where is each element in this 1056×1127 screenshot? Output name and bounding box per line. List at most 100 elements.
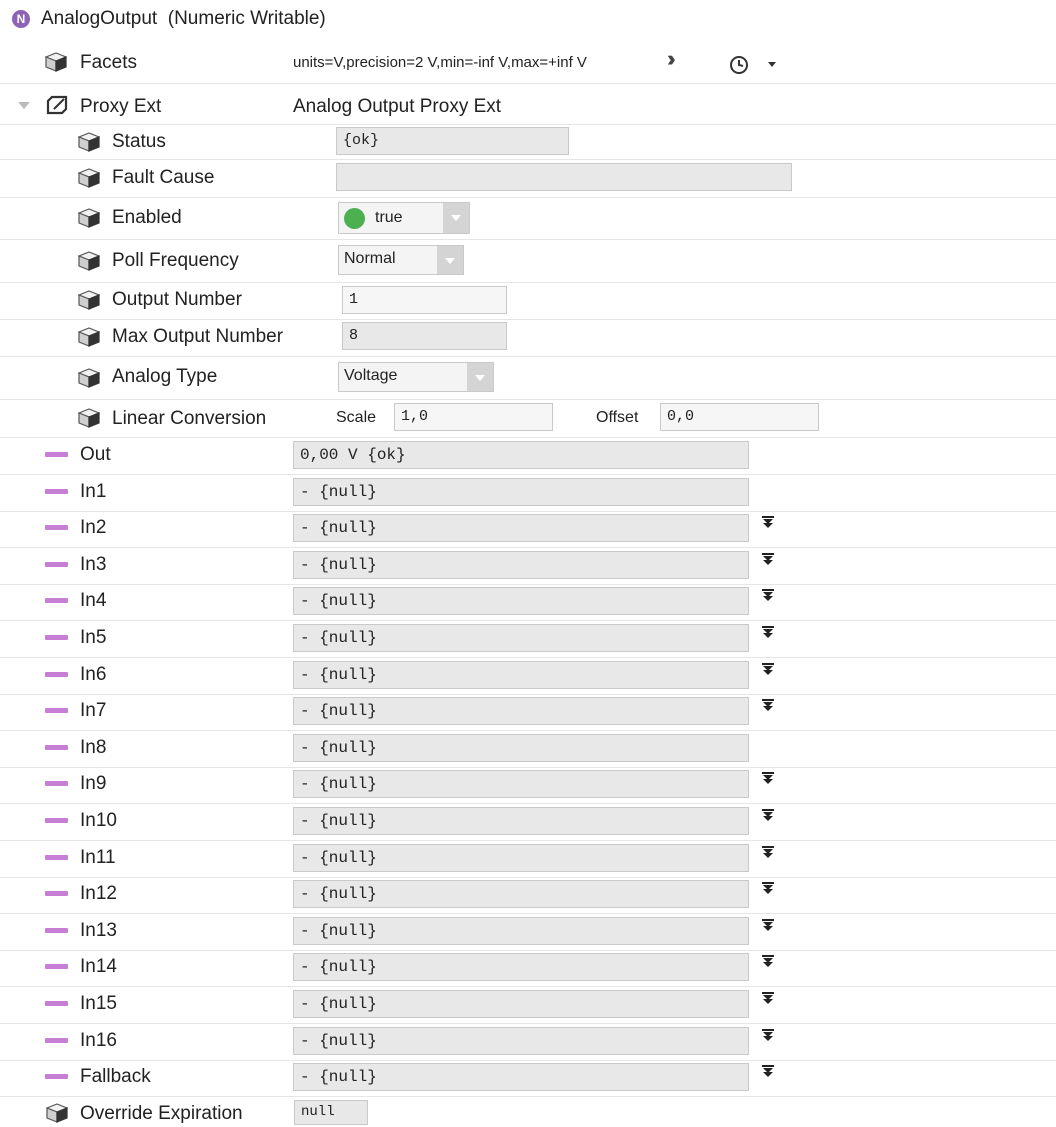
max-output-number-label: Max Output Number xyxy=(112,326,284,347)
slot-label: In11 xyxy=(80,847,116,868)
slot-value-field: - {null} xyxy=(293,880,749,908)
property-cube-icon xyxy=(78,408,100,428)
slot-row-in13[interactable]: In13 - {null} xyxy=(0,913,1056,951)
dropdown-arrow-icon[interactable] xyxy=(467,363,493,391)
fault-cause-field xyxy=(336,163,792,191)
slot-value-field: - {null} xyxy=(293,844,749,872)
fault-cause-label: Fault Cause xyxy=(112,167,215,188)
property-cube-icon xyxy=(45,52,67,72)
down-arrow-bar-icon[interactable] xyxy=(762,516,774,533)
slot-row-in14[interactable]: In14 - {null} xyxy=(0,949,1056,987)
down-arrow-bar-icon[interactable] xyxy=(762,1029,774,1046)
down-arrow-bar-icon[interactable] xyxy=(762,553,774,570)
slot-dash-icon xyxy=(45,745,68,750)
slot-row-in4[interactable]: In4 - {null} xyxy=(0,583,1056,621)
slot-dash-icon xyxy=(45,1038,68,1043)
slot-row-in15[interactable]: In15 - {null} xyxy=(0,986,1056,1024)
slot-dash-icon xyxy=(45,818,68,823)
slot-dash-icon xyxy=(45,964,68,969)
down-arrow-bar-icon[interactable] xyxy=(762,663,774,680)
property-cube-icon xyxy=(78,132,100,152)
slot-row-in7[interactable]: In7 - {null} xyxy=(0,693,1056,731)
slot-row-in10[interactable]: In10 - {null} xyxy=(0,803,1056,841)
offset-input[interactable]: 0,0 xyxy=(660,403,819,431)
double-chevron-right-icon[interactable]: ›› xyxy=(667,46,675,72)
slot-value-field: - {null} xyxy=(293,514,749,542)
slot-dash-icon xyxy=(45,598,68,603)
analog-type-row[interactable]: Analog Type Voltage xyxy=(0,356,1056,400)
slot-dash-icon xyxy=(45,489,68,494)
output-number-row[interactable]: Output Number 1 xyxy=(0,282,1056,320)
slot-row-in6[interactable]: In6 - {null} xyxy=(0,657,1056,695)
down-arrow-bar-icon[interactable] xyxy=(762,992,774,1009)
down-arrow-bar-icon[interactable] xyxy=(762,772,774,789)
facets-value[interactable]: units=V,precision=2 V,min=-inf V,max=+in… xyxy=(293,54,587,71)
proxy-ext-row[interactable]: Proxy Ext Analog Output Proxy Ext xyxy=(0,88,1056,125)
down-arrow-bar-icon[interactable] xyxy=(762,809,774,826)
down-arrow-bar-icon[interactable] xyxy=(762,919,774,936)
slot-label: In10 xyxy=(80,810,117,831)
collapse-triangle-icon[interactable] xyxy=(18,102,30,110)
max-output-number-row: Max Output Number 8 xyxy=(0,319,1056,357)
slot-dash-icon xyxy=(45,672,68,677)
scale-label: Scale xyxy=(336,409,377,426)
property-cube-icon xyxy=(78,290,100,310)
slot-row-in11[interactable]: In11 - {null} xyxy=(0,840,1056,878)
linear-conversion-row[interactable]: Linear Conversion Scale 1,0 Offset 0,0 xyxy=(0,399,1056,438)
down-arrow-bar-icon[interactable] xyxy=(762,955,774,972)
component-title: AnalogOutput (Numeric Writable) xyxy=(41,8,326,29)
slot-row-in16[interactable]: In16 - {null} xyxy=(0,1023,1056,1061)
slot-label: In4 xyxy=(80,590,107,611)
slot-label: In12 xyxy=(80,883,117,904)
slot-row-out[interactable]: Out 0,00 V {ok} xyxy=(0,437,1056,475)
down-arrow-bar-icon[interactable] xyxy=(762,882,774,899)
slot-row-fallback[interactable]: Fallback - {null} xyxy=(0,1059,1056,1097)
slot-dash-icon xyxy=(45,635,68,640)
slot-value-field: - {null} xyxy=(293,661,749,689)
slot-label: In16 xyxy=(80,1030,117,1051)
facets-label: Facets xyxy=(80,52,138,73)
history-dropdown-arrow-icon[interactable] xyxy=(768,62,776,68)
slot-label: In2 xyxy=(80,517,107,538)
slot-label: In3 xyxy=(80,554,107,575)
down-arrow-bar-icon[interactable] xyxy=(762,1065,774,1082)
clock-icon[interactable] xyxy=(729,55,749,75)
slot-label: In5 xyxy=(80,627,107,648)
analog-type-dropdown[interactable]: Voltage xyxy=(338,362,494,392)
down-arrow-bar-icon[interactable] xyxy=(762,699,774,716)
slot-row-in2[interactable]: In2 - {null} xyxy=(0,510,1056,548)
down-arrow-bar-icon[interactable] xyxy=(762,626,774,643)
proxy-ext-label: Proxy Ext xyxy=(80,96,162,117)
slot-value-field: - {null} xyxy=(293,1027,749,1055)
status-row: Status {ok} xyxy=(0,124,1056,160)
facets-row[interactable]: Facets units=V,precision=2 V,min=-inf V,… xyxy=(0,44,1056,84)
poll-frequency-dropdown[interactable]: Normal xyxy=(338,245,464,275)
down-arrow-bar-icon[interactable] xyxy=(762,589,774,606)
enabled-dropdown[interactable]: true xyxy=(338,202,470,234)
scale-input[interactable]: 1,0 xyxy=(394,403,553,431)
output-number-label: Output Number xyxy=(112,289,242,310)
slot-value-field: - {null} xyxy=(293,697,749,725)
analog-type-label: Analog Type xyxy=(112,366,218,387)
slot-row-in12[interactable]: In12 - {null} xyxy=(0,876,1056,914)
slot-row-in3[interactable]: In3 - {null} xyxy=(0,547,1056,585)
poll-frequency-row[interactable]: Poll Frequency Normal xyxy=(0,239,1056,283)
slot-value-field: - {null} xyxy=(293,587,749,615)
analog-type-value: Voltage xyxy=(344,367,398,384)
down-arrow-bar-icon[interactable] xyxy=(762,846,774,863)
slot-row-in1[interactable]: In1 - {null} xyxy=(0,474,1056,512)
slot-dash-icon xyxy=(45,1001,68,1006)
dropdown-arrow-icon[interactable] xyxy=(437,246,463,274)
dropdown-arrow-icon[interactable] xyxy=(443,203,469,233)
slot-row-in9[interactable]: In9 - {null} xyxy=(0,766,1056,804)
slot-row-in8[interactable]: In8 - {null} xyxy=(0,730,1056,768)
status-field: {ok} xyxy=(336,127,569,155)
slot-dash-icon xyxy=(45,1074,68,1079)
property-cube-icon xyxy=(78,327,100,347)
proxy-ext-value: Analog Output Proxy Ext xyxy=(293,96,502,117)
slot-label: In13 xyxy=(80,920,117,941)
slot-row-in5[interactable]: In5 - {null} xyxy=(0,620,1056,658)
enabled-row[interactable]: Enabled true xyxy=(0,197,1056,240)
output-number-input[interactable]: 1 xyxy=(342,286,507,314)
slot-label: In7 xyxy=(80,700,107,721)
